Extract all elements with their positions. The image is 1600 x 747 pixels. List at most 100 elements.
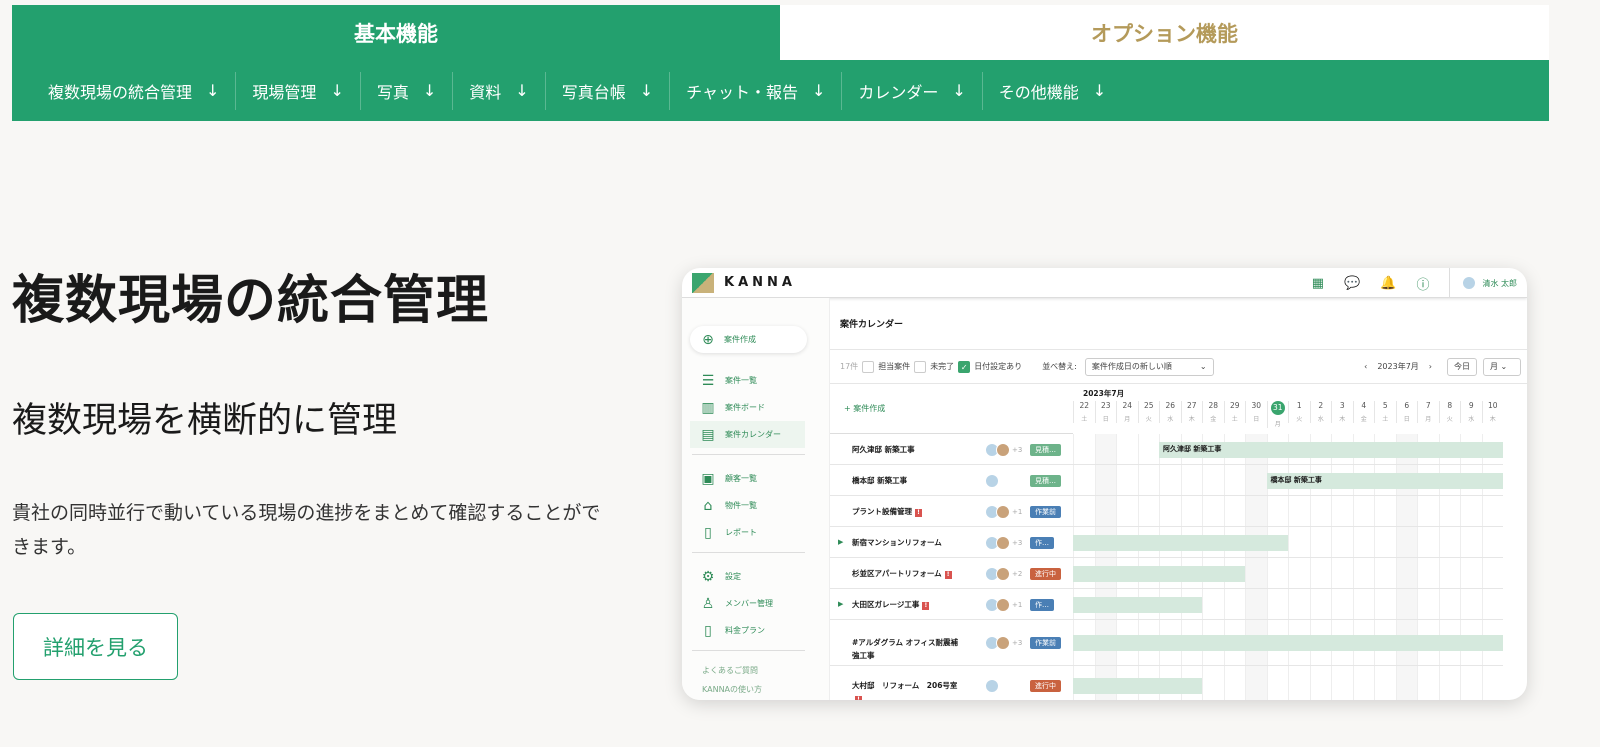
sidebar-item[interactable]: ▤ 案件カレンダー <box>690 421 805 448</box>
sidebar-item-icon: ▥ <box>701 399 715 416</box>
day-column-header: 29 土 <box>1223 401 1246 423</box>
details-button[interactable]: 詳細を見る <box>13 613 178 680</box>
subnav-item[interactable]: その他機能 ↓ <box>983 72 1122 110</box>
sidebar-item[interactable]: ♙ メンバー管理 <box>682 590 805 617</box>
sidebar-item[interactable]: ▣ 顧客一覧 <box>682 465 805 492</box>
project-name-text: #アルダグラム オフィス耐震補強工事 <box>852 638 958 660</box>
table-row[interactable]: #アルダグラム オフィス耐震補強工事 +3 作業前 <box>830 620 1503 666</box>
subnav-item[interactable]: チャット・報告 ↓ <box>670 71 843 110</box>
subnav-item[interactable]: 複数現場の統合管理 ↓ <box>32 71 237 110</box>
gantt-create-button[interactable]: + 案件作成 <box>830 384 1073 434</box>
arrow-down-icon: ↓ <box>952 81 966 100</box>
status-badge: 進行中 <box>1030 567 1061 580</box>
assignee-avatars <box>985 473 999 488</box>
sidebar-item-label: 物件一覧 <box>725 501 757 510</box>
extra-count: +3 <box>1012 639 1023 647</box>
expand-icon[interactable]: ▶ <box>838 600 843 608</box>
warning-icon: ! <box>922 601 930 610</box>
assignee-avatars: +3 <box>985 636 1022 650</box>
sidebar-item[interactable]: ⚙ 設定 <box>682 563 805 590</box>
assigned-label: 担当案件 <box>878 362 911 371</box>
sidebar-item-icon: ▯ <box>704 524 712 541</box>
dated-checkbox[interactable]: ✓ <box>958 360 971 373</box>
project-name[interactable]: プラント設備管理! <box>852 505 962 518</box>
bell-icon[interactable]: 🔔 <box>1380 276 1396 291</box>
create-label: 案件作成 <box>724 335 756 344</box>
gantt-bar[interactable] <box>1073 565 1245 582</box>
sidebar-item[interactable]: ▯ 料金プラン <box>682 617 805 644</box>
weekday: 日 <box>1102 416 1109 423</box>
sort-select[interactable]: 案件作成日の新しい順 ⌄ <box>1084 357 1214 376</box>
status-badge: 作… <box>1030 598 1054 611</box>
table-row[interactable]: 阿久津邸 新築工事 +3 見積… 阿久津邸 新築工事 <box>830 434 1503 465</box>
arrow-down-icon: ↓ <box>639 81 654 100</box>
today-button[interactable]: 今日 <box>1447 357 1477 376</box>
day-number: 26 <box>1165 401 1176 410</box>
table-row[interactable]: 大村邸 リフォーム 206号室! 進行中 <box>830 666 1503 700</box>
project-name-text: 新宿マンションリフォーム <box>852 537 942 547</box>
incomplete-checkbox[interactable] <box>914 360 927 373</box>
table-row[interactable]: プラント設備管理! +1 作業前 <box>830 496 1503 527</box>
sidebar-item[interactable]: ☰ 案件一覧 <box>682 367 805 394</box>
tab-basic-features[interactable]: 基本機能 <box>12 5 780 60</box>
day-column-header: 27 木 <box>1180 401 1203 423</box>
weekday: 日 <box>1403 416 1410 423</box>
sidebar-link[interactable]: よくあるご質問 <box>682 661 829 680</box>
gantt-bar[interactable]: 橋本邸 新築工事 <box>1266 472 1503 489</box>
project-name[interactable]: 杉並区アパートリフォーム! <box>852 567 962 580</box>
app-logo: KANNA <box>724 275 796 290</box>
subnav-item[interactable]: カレンダー ↓ <box>842 71 983 110</box>
next-month-button[interactable]: › <box>1429 362 1432 371</box>
user-menu[interactable]: 清水 太郎 <box>1449 268 1517 298</box>
gantt-bar[interactable] <box>1073 534 1288 551</box>
view-select[interactable]: 月 ⌄ <box>1483 357 1521 376</box>
project-name[interactable]: 橋本邸 新築工事 <box>852 474 962 487</box>
assigned-checkbox[interactable] <box>862 360 875 373</box>
calendar-icon[interactable]: ▦ <box>1312 276 1324 291</box>
day-column-header: 26 水 <box>1159 401 1181 423</box>
expand-icon[interactable]: ▶ <box>838 538 843 546</box>
sort-label: 並べ替え: <box>1042 362 1077 371</box>
weekday: 水 <box>1317 416 1324 423</box>
help-icon[interactable]: ⓘ <box>1416 274 1429 293</box>
subnav-label: 現場管理 <box>252 82 317 102</box>
day-number: 30 <box>1251 401 1262 410</box>
project-name[interactable]: 阿久津邸 新築工事 <box>852 443 962 456</box>
sidebar-item[interactable]: ⌂ 物件一覧 <box>682 492 805 519</box>
subnav-item[interactable]: 写真 ↓ <box>361 71 454 110</box>
project-name[interactable]: 新宿マンションリフォーム <box>852 536 962 549</box>
sidebar-item[interactable]: ▥ 案件ボード <box>682 394 805 421</box>
gantt-bar[interactable] <box>1073 635 1503 651</box>
project-name[interactable]: 大田区ガレージ工事! <box>852 598 962 611</box>
chat-icon[interactable]: 💬 <box>1344 276 1360 291</box>
gantt-bar[interactable] <box>1073 678 1202 694</box>
subnav-item[interactable]: 資料 ↓ <box>453 71 546 110</box>
current-month: 2023年7月 <box>1377 362 1419 371</box>
gantt-bar[interactable]: 阿久津邸 新築工事 <box>1159 441 1503 458</box>
sidebar-item-label: 案件一覧 <box>725 376 757 385</box>
project-name-text: 杉並区アパートリフォーム <box>852 568 942 578</box>
project-name[interactable]: 大村邸 リフォーム 206号室! <box>852 679 962 700</box>
table-row[interactable]: 杉並区アパートリフォーム! +2 進行中 <box>830 558 1503 589</box>
weekday: 火 <box>1145 416 1152 423</box>
subnav-item[interactable]: 現場管理 ↓ <box>236 71 361 110</box>
sidebar-create-button[interactable]: ⊕ 案件作成 <box>690 326 807 353</box>
table-row[interactable]: 橋本邸 新築工事 見積… 橋本邸 新築工事 <box>830 465 1503 496</box>
weekday: 水 <box>1167 416 1174 423</box>
day-number: 27 <box>1186 401 1197 410</box>
arrow-down-icon: ↓ <box>1092 81 1107 100</box>
tab-option-features[interactable]: オプション機能 <box>780 5 1549 60</box>
sidebar-link[interactable]: KANNAの使い方 <box>682 680 829 699</box>
project-name[interactable]: #アルダグラム オフィス耐震補強工事 <box>852 636 962 662</box>
sidebar-item-label: 料金プラン <box>725 626 765 635</box>
status-badge: 見積… <box>1030 474 1061 487</box>
prev-month-button[interactable]: ‹ <box>1364 362 1367 371</box>
sidebar-item[interactable]: ▯ レポート <box>682 519 805 546</box>
table-row[interactable]: ▶ 新宿マンションリフォーム +3 作… <box>830 527 1503 558</box>
table-row[interactable]: ▶ 大田区ガレージ工事! +1 作… <box>830 589 1503 620</box>
day-number: 28 <box>1208 401 1219 410</box>
app-header: KANNA ▦ 💬 🔔 ⓘ 清水 太郎 <box>682 268 1527 298</box>
subnav-item[interactable]: 写真台帳 ↓ <box>546 71 671 110</box>
gantt-bar[interactable] <box>1073 596 1202 613</box>
subnav-label: カレンダー <box>858 82 939 102</box>
